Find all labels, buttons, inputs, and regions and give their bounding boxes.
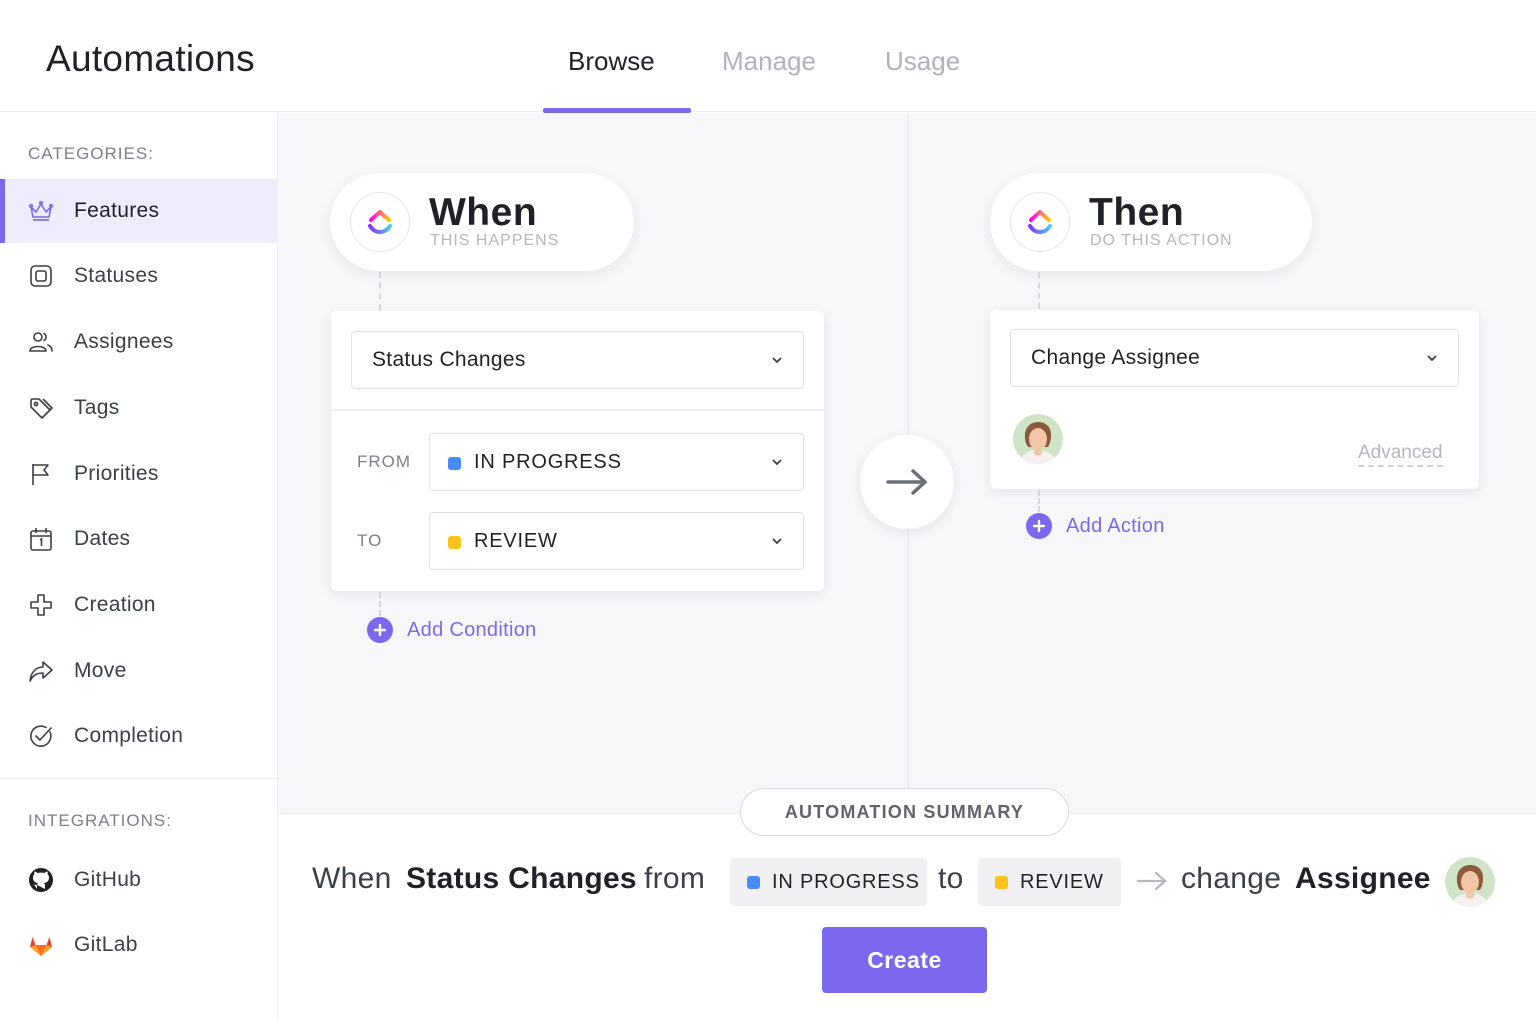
tag-icon xyxy=(30,398,53,419)
sidebar-item-label: Tags xyxy=(74,396,120,419)
review-status-dot xyxy=(448,536,461,549)
sidebar-item-gitlab[interactable]: GitLab xyxy=(0,913,278,977)
sidebar-item-label: Assignees xyxy=(74,330,174,353)
connector-line xyxy=(379,592,381,616)
action-header: Then DO THIS ACTION xyxy=(990,173,1312,271)
people-icon xyxy=(29,332,53,352)
chevron-down-icon xyxy=(772,459,782,466)
clickup-logo-icon xyxy=(1010,192,1070,252)
tab-browse[interactable]: Browse xyxy=(568,46,655,77)
share-arrow-icon xyxy=(29,661,53,682)
connector-line xyxy=(379,272,381,310)
summary-from: from xyxy=(644,862,706,895)
action-title: Then xyxy=(1089,191,1185,234)
connector-line xyxy=(1038,490,1040,512)
sidebar-item-tags[interactable]: Tags xyxy=(0,376,278,440)
assignee-avatar[interactable] xyxy=(1013,414,1063,464)
page-title: Automations xyxy=(46,38,255,79)
gitlab-icon xyxy=(30,937,52,956)
status-square-icon xyxy=(30,265,52,287)
tab-usage[interactable]: Usage xyxy=(885,46,960,77)
sidebar-item-label: Features xyxy=(74,199,160,222)
summary-to-status-chip: REVIEW xyxy=(978,858,1121,906)
sidebar-item-statuses[interactable]: Statuses xyxy=(0,244,278,308)
sidebar-item-label: Completion xyxy=(74,724,184,747)
trigger-subtitle: THIS HAPPENS xyxy=(430,232,560,249)
sidebar-item-label: Creation xyxy=(74,593,156,616)
card-divider xyxy=(331,409,824,411)
sidebar-item-label: GitLab xyxy=(74,933,138,956)
automations-window: Automations Browse Manage Usage CATEGORI… xyxy=(0,0,1536,1020)
add-action-label: Add Action xyxy=(1066,514,1165,537)
sidebar-item-creation[interactable]: Creation xyxy=(0,573,278,637)
sidebar-item-priorities[interactable]: Priorities xyxy=(0,442,278,506)
add-action-button[interactable]: Add Action xyxy=(1026,513,1165,539)
sidebar-item-label: Dates xyxy=(74,527,131,550)
summary-target: Assignee xyxy=(1295,862,1431,895)
sidebar-item-github[interactable]: GitHub xyxy=(0,848,278,912)
trigger-card: Status Changes FROM IN PROGRESS TO REVIE… xyxy=(331,311,824,591)
add-condition-button[interactable]: Add Condition xyxy=(367,617,537,643)
summary-trigger: Status Changes xyxy=(406,862,637,895)
flag-icon xyxy=(32,464,49,485)
calendar-icon xyxy=(30,528,52,551)
automation-summary-heading: AUTOMATION SUMMARY xyxy=(740,788,1069,836)
summary-from-status-chip: IN PROGRESS xyxy=(730,858,927,906)
action-select[interactable]: Change Assignee xyxy=(1010,329,1459,387)
connector-line xyxy=(1038,272,1040,309)
in-progress-status-dot xyxy=(448,457,461,470)
plus-icon xyxy=(367,617,393,643)
header: Automations Browse Manage Usage xyxy=(0,0,1536,113)
sidebar-item-assignees[interactable]: Assignees xyxy=(0,310,278,374)
clickup-logo-icon xyxy=(350,192,410,252)
check-circle-icon xyxy=(30,725,52,747)
to-status-value: REVIEW xyxy=(474,530,558,552)
trigger-select-value: Status Changes xyxy=(372,348,526,371)
categories-heading: CATEGORIES: xyxy=(28,144,154,163)
sidebar-item-move[interactable]: Move xyxy=(0,639,278,703)
summary-to: to xyxy=(938,862,964,895)
plus-icon xyxy=(1026,513,1052,539)
action-subtitle: DO THIS ACTION xyxy=(1090,232,1233,249)
tab-manage[interactable]: Manage xyxy=(722,46,816,77)
summary-when: When xyxy=(312,862,392,895)
sidebar-item-dates[interactable]: Dates xyxy=(0,507,278,571)
arrow-right-icon xyxy=(886,469,927,495)
sidebar-item-label: Priorities xyxy=(74,462,159,485)
summary-from-status: IN PROGRESS xyxy=(772,871,920,893)
to-label: TO xyxy=(357,531,383,550)
add-condition-label: Add Condition xyxy=(407,618,537,641)
review-status-dot xyxy=(995,876,1008,889)
summary-to-status: REVIEW xyxy=(1020,871,1104,893)
in-progress-status-dot xyxy=(747,876,760,889)
create-button[interactable]: Create xyxy=(822,927,987,993)
github-icon xyxy=(29,868,53,892)
sidebar-item-label: GitHub xyxy=(74,868,142,891)
trigger-header: When THIS HAPPENS xyxy=(330,173,634,271)
plus-outline-icon xyxy=(30,594,52,616)
chevron-down-icon xyxy=(772,357,782,364)
sidebar-item-label: Statuses xyxy=(74,264,159,287)
summary-assignee-avatar xyxy=(1445,857,1495,907)
from-label: FROM xyxy=(357,452,412,471)
summary-change: change xyxy=(1181,862,1282,895)
advanced-link[interactable]: Advanced xyxy=(1358,442,1443,467)
integrations-heading: INTEGRATIONS: xyxy=(28,811,172,830)
action-select-value: Change Assignee xyxy=(1031,346,1201,369)
flow-arrow xyxy=(860,435,954,529)
trigger-select[interactable]: Status Changes xyxy=(351,331,804,389)
from-status-value: IN PROGRESS xyxy=(474,451,622,473)
sidebar-divider xyxy=(0,778,278,779)
sidebar: CATEGORIES: Features Statuses Assignees xyxy=(0,113,278,1020)
trigger-title: When xyxy=(429,191,538,234)
sidebar-item-features[interactable]: Features xyxy=(0,179,278,243)
chevron-down-icon xyxy=(772,538,782,545)
sidebar-item-label: Move xyxy=(74,659,127,682)
arrow-right-icon xyxy=(1136,871,1167,891)
from-status-select[interactable]: IN PROGRESS xyxy=(429,433,804,491)
crown-icon xyxy=(28,200,54,221)
chevron-down-icon xyxy=(1427,355,1437,362)
sidebar-item-completion[interactable]: Completion xyxy=(0,704,278,768)
to-status-select[interactable]: REVIEW xyxy=(429,512,804,570)
